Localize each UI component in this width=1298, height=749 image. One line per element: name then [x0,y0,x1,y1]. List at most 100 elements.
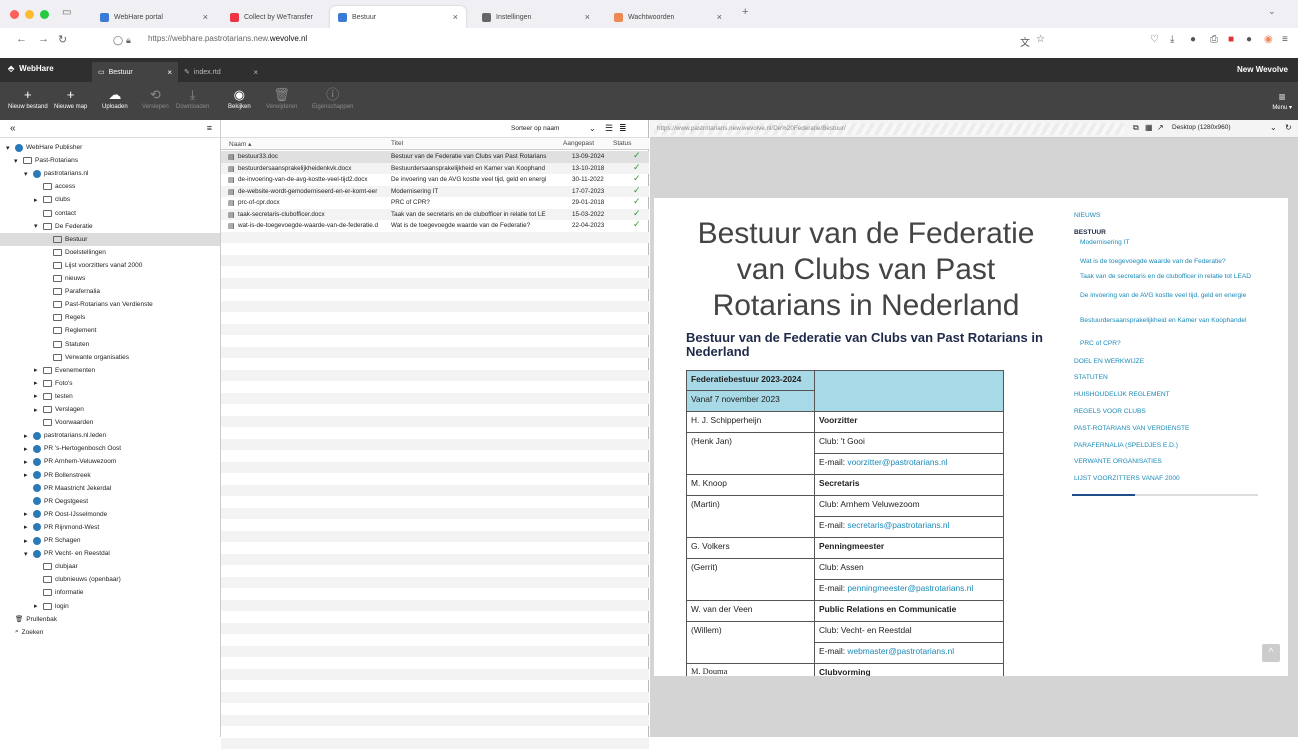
email-link[interactable]: webmaster@pastrotarians.nl [847,646,954,656]
close-icon[interactable]: × [717,12,722,22]
expand-arrow-icon[interactable]: ▾ [24,170,30,178]
tree-item[interactable]: Regels [44,311,85,324]
tree-item[interactable]: ▾WebHare Publisher [6,141,82,154]
expand-arrow-icon[interactable]: ▾ [24,550,30,558]
tree-item[interactable]: ▸PR 's-Hertogenbosch Oost [24,442,121,455]
tree-item[interactable]: ▸pastrotarians.nl.leden [24,429,106,442]
addon-badge-icon[interactable]: ■ [1228,34,1234,45]
tree-item[interactable]: ▸Verslagen [34,403,84,416]
expand-arrow-icon[interactable]: ▸ [34,406,40,414]
nav-link[interactable]: STATUTEN [1074,374,1270,381]
tree-item[interactable]: ▸PR Oost-IJsselmonde [24,508,107,521]
share-icon[interactable]: ⎙ [1210,34,1218,45]
close-icon[interactable]: × [585,12,590,22]
shield-icon[interactable]: ◯ [113,35,123,46]
close-icon[interactable]: × [453,12,458,22]
device-select[interactable]: Desktop (1280x960) [1172,124,1231,131]
tree-item[interactable]: Voorwaarden [34,416,93,429]
list-view-icon[interactable]: ☰ [605,123,613,134]
minimize-window-button[interactable] [25,10,34,19]
tree-item[interactable]: Bestuur [0,233,220,246]
nav-link[interactable]: Wat is de toegevoegde waarde van de Fede… [1080,258,1270,265]
tree-item[interactable]: Reglement [44,324,96,337]
tree-item[interactable]: ▸PR Schagen [24,534,81,547]
tree-item[interactable]: ▸PR Arnhem-Veluwezoom [24,455,116,468]
expand-arrow-icon[interactable]: ▸ [34,379,40,387]
expand-arrow-icon[interactable]: ▾ [6,144,12,152]
expand-arrow-icon[interactable]: ▾ [14,157,20,165]
nav-link[interactable]: VERWANTE ORGANISATIES [1074,458,1270,465]
tree-item[interactable]: ▸PR Bollenstreek [24,469,91,482]
nav-link[interactable]: LIJST VOORZITTERS VANAF 2000 [1074,475,1270,482]
menu-button[interactable]: ≡Menu ▾ [1272,90,1292,111]
toolbar-button-2[interactable]: ☁Uploaden [102,88,128,110]
expand-arrow-icon[interactable]: ▸ [24,523,30,531]
tree-item[interactable]: Doelstellingen [44,246,106,259]
tree-item[interactable]: Parafernalia [44,285,100,298]
zoom-window-button[interactable] [40,10,49,19]
tree-item[interactable]: ▸PR Rijnmond-West [24,521,99,534]
tree-item[interactable]: ▾pastrotarians.nl [24,167,88,180]
tree-options-icon[interactable]: ≡ [207,123,212,133]
tree-item[interactable]: clubjaar [34,560,78,573]
reload-icon[interactable]: ↻ [58,33,67,46]
expand-arrow-icon[interactable]: ▾ [34,222,40,230]
nav-link[interactable]: REGELS VOOR CLUBS [1074,408,1270,415]
toolbar-button-1[interactable]: +Nieuwe map [54,88,87,110]
table-row[interactable]: ▤bestuurdersaansprakelijkheidenkvk.docxB… [221,163,649,175]
nav-link[interactable]: NIEUWS [1074,212,1270,219]
close-icon[interactable]: × [203,12,208,22]
tree-item[interactable]: clubnieuws (openbaar) [34,573,121,586]
back-icon[interactable]: ← [16,33,27,45]
collapse-icon[interactable]: « [10,123,16,134]
pocket-icon[interactable]: ♡ [1150,34,1159,45]
nav-link[interactable]: BESTUUR [1074,229,1270,236]
expand-arrow-icon[interactable]: ▸ [24,537,30,545]
col-title[interactable]: Titel [391,140,403,147]
hamburger-menu-icon[interactable]: ≡ [1282,34,1288,45]
webhare-logo[interactable]: ⬘WebHare [8,64,54,73]
expand-arrow-icon[interactable]: ▸ [34,392,40,400]
close-window-button[interactable] [10,10,19,19]
tree-item[interactable]: ▸Foto's [34,377,73,390]
qr-icon[interactable]: ▦ [1145,123,1153,132]
shield-addon-icon[interactable]: ● [1246,34,1252,45]
download-icon[interactable]: ⤓ [1170,34,1174,45]
close-icon[interactable]: × [167,68,172,77]
tree-item[interactable]: ▸clubs [34,193,70,206]
scroll-top-button[interactable]: ^ [1262,644,1280,662]
tree-item[interactable]: PR Oegstgeest [24,495,88,508]
translate-icon[interactable]: 文 [1020,34,1030,49]
email-link[interactable]: penningmeester@pastrotarians.nl [847,583,973,593]
tree-item[interactable]: access [34,180,75,193]
nav-link[interactable]: PAST-ROTARIANS VAN VERDIENSTE [1074,425,1270,432]
account-icon[interactable]: ◉ [1264,34,1273,45]
tree-item[interactable]: PR Maastricht Jekerdal [24,482,111,495]
expand-arrow-icon[interactable]: ▸ [34,602,40,610]
tree-item[interactable]: Lijst voorzitters vanaf 2000 [44,259,142,272]
email-link[interactable]: secretaris@pastrotarians.nl [847,520,949,530]
toolbar-button-3[interactable]: ⟲Verslepen [142,88,169,110]
nav-link[interactable]: Bestuurdersaansprakelijkheid en Kamer va… [1080,317,1270,324]
tree-item[interactable]: ▾Past-Rotarians [14,154,78,167]
toolbar-button-7[interactable]: ⓘEigenschappen [312,88,353,110]
browser-tab[interactable]: WebHare portal× [92,6,216,28]
tree-item[interactable]: informatie [34,586,84,599]
table-row[interactable]: ▤wat-is-de-toegevoegde-waarde-van-de-fed… [221,220,649,232]
expand-arrow-icon[interactable]: ▸ [24,471,30,479]
email-link[interactable]: voorzitter@pastrotarians.nl [847,457,947,467]
tree-item[interactable]: ▸Evenementen [34,364,95,377]
expand-arrow-icon[interactable]: ▸ [24,510,30,518]
table-row[interactable]: ▤prc-of-cpr.docxPRC of CPR?29-01-2018✓ [221,197,649,209]
nav-link[interactable]: PARAFERNALIA (SPELDJES E.D.) [1074,442,1270,449]
nav-link[interactable]: DOEL EN WERKWIJZE [1074,358,1270,365]
tree-item[interactable]: Statuten [44,338,89,351]
tree-item[interactable]: ▾PR Vecht- en Reestdal [24,547,110,560]
tree-item[interactable]: nieuws [44,272,85,285]
toolbar-button-0[interactable]: +Nieuw bestand [8,88,48,110]
browser-tab[interactable]: Bestuur× [330,6,466,28]
expand-arrow-icon[interactable]: ▸ [24,445,30,453]
nav-link[interactable]: HUISHOUDELIJK REGLEMENT [1074,391,1270,398]
close-icon[interactable]: × [253,68,258,77]
tree-item[interactable]: contact [34,207,76,220]
